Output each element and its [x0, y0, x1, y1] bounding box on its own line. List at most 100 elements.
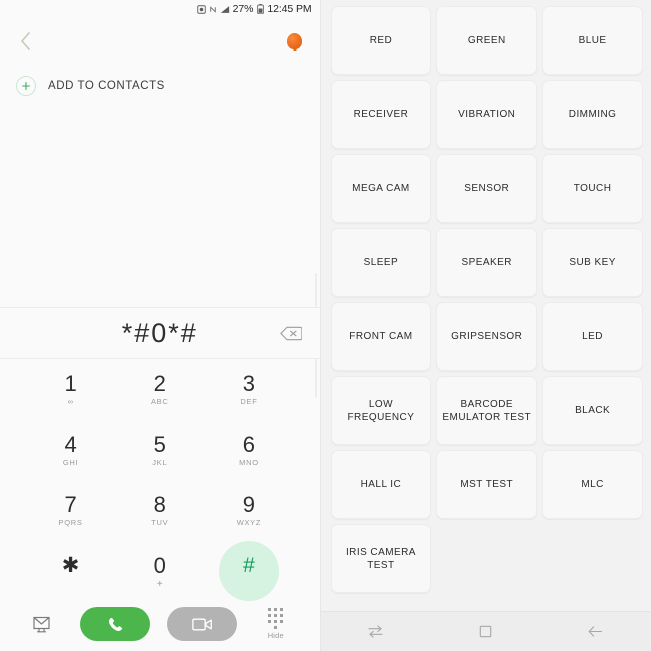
dialed-number-text[interactable]: *#0*# — [122, 318, 198, 349]
key-digit: 0 — [153, 552, 166, 578]
dialer-app-bar — [0, 18, 320, 64]
key-8[interactable]: 8 TUV — [115, 480, 204, 541]
test-button-speaker[interactable]: SPEAKER — [436, 228, 538, 297]
test-button-label: HALL IC — [360, 479, 402, 490]
test-button-mega-cam[interactable]: MEGA CAM — [330, 154, 432, 223]
clock-time: 12:45 PM — [267, 3, 312, 15]
key-digit: 4 — [64, 431, 77, 457]
key-0[interactable]: 0 + — [115, 541, 204, 602]
key-letters: ∞ — [67, 397, 74, 407]
video-call-button[interactable] — [167, 607, 238, 641]
back-arrow-icon[interactable] — [572, 612, 620, 651]
key-7[interactable]: 7 PQRS — [26, 480, 115, 541]
test-button-red[interactable]: RED — [330, 6, 432, 75]
message-icon[interactable] — [23, 606, 63, 642]
key-digit: 8 — [153, 492, 166, 518]
screenshot-root: 27% 12:45 PM ADD TO CONTACTS *#0*# 1 ∞ 2… — [0, 0, 651, 651]
test-button-front-cam[interactable]: FRONT CAM — [330, 302, 432, 371]
test-button-sensor[interactable]: SENSOR — [436, 154, 538, 223]
key-5[interactable]: 5 JKL — [115, 420, 204, 481]
test-button-sub-key[interactable]: SUB KEY — [542, 228, 643, 297]
hide-keypad-button[interactable]: Hide — [255, 608, 297, 640]
test-button-label: SLEEP — [363, 257, 399, 268]
key-3[interactable]: 3 DEF — [204, 359, 293, 420]
key-letters: GHI — [62, 457, 79, 467]
android-nav-bar — [320, 611, 651, 651]
test-button-label: RECEIVER — [353, 109, 409, 120]
home-square-icon[interactable] — [462, 612, 510, 651]
test-button-green[interactable]: GREEN — [436, 6, 538, 75]
video-camera-icon — [192, 618, 212, 630]
key-9[interactable]: 9 WXYZ — [204, 480, 293, 541]
test-button-vibration[interactable]: VIBRATION — [436, 80, 538, 149]
key-star[interactable]: ✱ — [26, 541, 115, 602]
keypad-dots-icon — [268, 608, 284, 629]
alarm-icon — [196, 4, 206, 14]
grid-empty-slot — [542, 524, 643, 593]
test-button-label: SUB KEY — [569, 257, 616, 268]
test-button-label: LED — [582, 331, 603, 342]
test-button-label: LOW FREQUENCY — [347, 398, 415, 423]
key-letters: DEF — [240, 397, 258, 407]
key-digit: 3 — [242, 371, 256, 397]
nfc-icon — [209, 5, 217, 14]
call-button[interactable] — [80, 607, 151, 641]
key-letters: WXYZ — [236, 518, 262, 528]
key-letters: JKL — [152, 457, 168, 467]
key-4[interactable]: 4 GHI — [26, 420, 115, 481]
key-digit: 2 — [153, 371, 166, 397]
signal-icon — [220, 5, 230, 14]
battery-percent: 27% — [232, 3, 254, 15]
dialer-empty-list — [0, 108, 320, 398]
test-button-grid: RED GREEN BLUE RECEIVER VIBRATION DIMMIN… — [330, 6, 643, 593]
test-button-label: TOUCH — [573, 183, 612, 194]
key-letters: + — [156, 578, 163, 590]
test-button-led[interactable]: LED — [542, 302, 643, 371]
test-button-low-frequency[interactable]: LOW FREQUENCY — [330, 376, 432, 445]
test-button-label: FRONT CAM — [349, 331, 413, 342]
key-hash[interactable]: # — [204, 540, 293, 602]
dialed-number-display: *#0*# — [0, 308, 320, 358]
hide-keypad-label: Hide — [267, 631, 284, 640]
recents-icon[interactable] — [352, 612, 400, 651]
key-letters: MNO — [239, 457, 259, 467]
balloon-badge-icon[interactable] — [284, 30, 306, 52]
test-button-iris-camera-test[interactable]: IRIS CAMERA TEST — [330, 524, 432, 593]
test-button-barcode-emulator-test[interactable]: BARCODE EMULATOR TEST — [436, 376, 538, 445]
phone-handset-icon — [108, 617, 122, 631]
dialpad: 1 ∞ 2 ABC 3 DEF 4 GHI 5 JKL 6 MNO 7 PQRS… — [0, 359, 320, 601]
test-button-label: MST TEST — [460, 479, 514, 490]
test-button-label: VIBRATION — [458, 109, 516, 120]
back-chevron-icon[interactable] — [12, 28, 38, 54]
test-button-black[interactable]: BLACK — [542, 376, 643, 445]
test-button-label: GRIPSENSOR — [451, 331, 523, 342]
dialer-panel: 27% 12:45 PM ADD TO CONTACTS *#0*# 1 ∞ 2… — [0, 0, 320, 651]
test-button-label: MEGA CAM — [352, 183, 410, 194]
test-button-gripsensor[interactable]: GRIPSENSOR — [436, 302, 538, 371]
key-digit: 9 — [242, 492, 256, 518]
test-button-blue[interactable]: BLUE — [542, 6, 643, 75]
key-digit: 6 — [242, 431, 256, 457]
key-1[interactable]: 1 ∞ — [26, 359, 115, 420]
plus-circle-icon — [16, 76, 36, 96]
test-button-mlc[interactable]: MLC — [542, 450, 643, 519]
test-button-dimming[interactable]: DIMMING — [542, 80, 643, 149]
key-2[interactable]: 2 ABC — [115, 359, 204, 420]
add-to-contacts-button[interactable]: ADD TO CONTACTS — [0, 64, 320, 108]
key-digit: 1 — [64, 371, 77, 397]
key-digit: 7 — [64, 492, 77, 518]
test-button-touch[interactable]: TOUCH — [542, 154, 643, 223]
test-grid-scroll: RED GREEN BLUE RECEIVER VIBRATION DIMMIN… — [321, 0, 651, 611]
key-digit: 5 — [153, 431, 166, 457]
test-button-receiver[interactable]: RECEIVER — [330, 80, 432, 149]
test-button-label: BLACK — [575, 405, 611, 416]
status-bar: 27% 12:45 PM — [0, 0, 320, 18]
test-button-hall-ic[interactable]: HALL IC — [330, 450, 432, 519]
test-button-sleep[interactable]: SLEEP — [330, 228, 432, 297]
test-button-mst-test[interactable]: MST TEST — [436, 450, 538, 519]
test-button-label: DIMMING — [568, 109, 617, 120]
add-to-contacts-label: ADD TO CONTACTS — [48, 80, 165, 92]
key-6[interactable]: 6 MNO — [204, 420, 293, 481]
backspace-icon[interactable] — [279, 324, 303, 342]
battery-icon — [257, 4, 265, 14]
